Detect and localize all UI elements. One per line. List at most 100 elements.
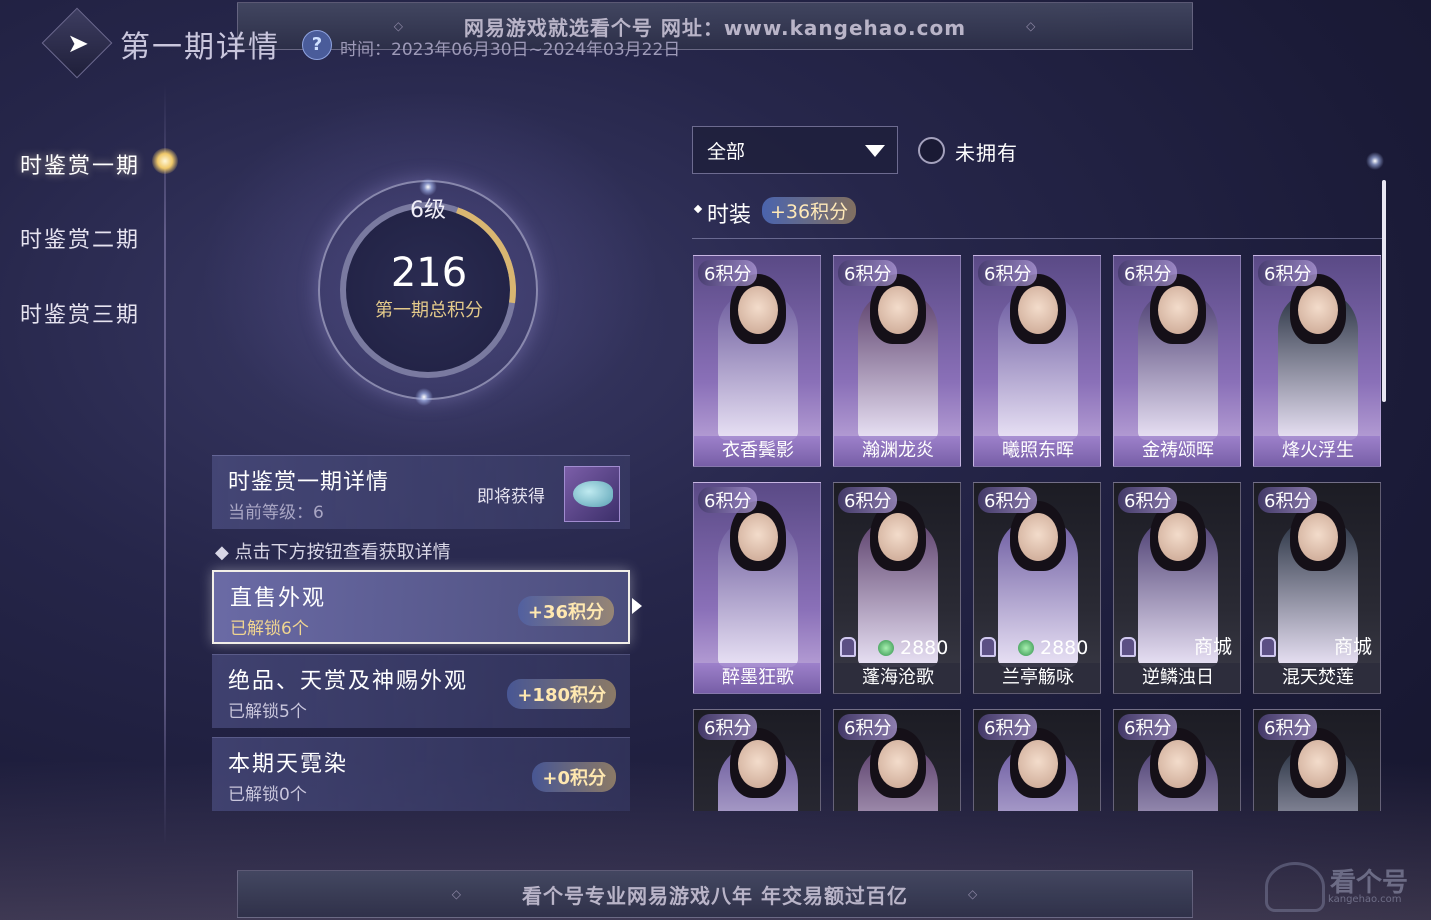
outfit-card[interactable]: 6积分 (973, 709, 1101, 811)
outfit-price: 2880 (878, 637, 948, 659)
outfit-name: 兰亭觞咏 (974, 663, 1100, 693)
category-premium[interactable]: 绝品、天赏及神赐外观 已解锁5个 +180积分 (212, 654, 630, 728)
outfit-points-badge: 6积分 (838, 260, 898, 286)
sparkle-icon (419, 178, 437, 196)
section-title: 时装 (707, 203, 752, 228)
banner-deco-icon: ◇ (967, 887, 979, 901)
category-name: 本期天霓染 (228, 752, 349, 777)
nav-active-indicator-icon (152, 148, 178, 174)
nav-item-period-2[interactable]: 时鉴赏二期 (20, 222, 140, 254)
outfit-card[interactable]: 6积分 (1253, 709, 1381, 811)
outfit-card[interactable]: 6积分曦照东晖 (973, 255, 1101, 467)
detail-soon-label: 即将获得 (477, 487, 545, 507)
outfit-face-image (738, 740, 778, 788)
hint-text: ◆ 点击下方按钮查看获取详情 (215, 542, 451, 563)
outfit-points-badge: 6积分 (978, 714, 1038, 740)
detail-title: 时鉴赏一期详情 (228, 470, 390, 495)
jade-coin-icon (1018, 640, 1034, 656)
outfit-face-image (878, 513, 918, 561)
category-direct-sale[interactable]: 直售外观 已解锁6个 +36积分 (212, 570, 630, 644)
outfit-points-badge: 6积分 (1118, 714, 1178, 740)
outfit-face-image (1158, 740, 1198, 788)
outfit-points-badge: 6积分 (978, 260, 1038, 286)
outfit-name: 瀚渊龙炎 (834, 436, 960, 466)
sparkle-icon (415, 388, 433, 406)
period-time: 时间：2023年06月30日~2024年03月22日 (340, 40, 681, 60)
outfit-points-badge: 6积分 (838, 487, 898, 513)
jade-coin-icon (878, 640, 894, 656)
outfit-card[interactable]: 6积分衣香鬓影 (693, 255, 821, 467)
category-unlocked: 已解锁0个 (228, 785, 307, 805)
outfit-card[interactable]: 6积分 醉墨狂歌 (693, 482, 821, 694)
detail-current-level: 当前等级：6 (228, 503, 324, 523)
category-unlocked: 已解锁5个 (228, 702, 307, 722)
section-header: 时装 +36积分 (692, 195, 1382, 239)
watermark-banner-bottom: ◇ 看个号专业网易游戏八年 年交易额过百亿 ◇ (237, 870, 1193, 918)
help-icon[interactable]: ? (302, 30, 332, 60)
outfit-card[interactable]: 6积分 (1113, 709, 1241, 811)
hint-label: 点击下方按钮查看获取详情 (234, 542, 451, 563)
page-title: 第一期详情 (120, 30, 280, 65)
watermark-text-bottom: 看个号专业网易游戏八年 年交易额过百亿 (522, 883, 908, 908)
lock-icon (840, 637, 856, 657)
ring-score: 216 (390, 250, 468, 296)
outfit-face-image (1298, 286, 1338, 334)
not-owned-radio[interactable] (918, 137, 945, 164)
sparkle-icon (1366, 152, 1384, 170)
nav-item-period-3[interactable]: 时鉴赏三期 (20, 297, 140, 329)
watermark-logo-sub: kangehao.com (1328, 894, 1402, 905)
outfit-name: 曦照东晖 (974, 436, 1100, 466)
outfit-card[interactable]: 6积分 2880 兰亭觞咏 (973, 482, 1101, 694)
outfit-card[interactable]: 6积分 烽火浮生 (1253, 255, 1381, 467)
ring-level: 6级 (410, 198, 446, 223)
outfit-face-image (1018, 740, 1058, 788)
lock-icon (1120, 637, 1136, 657)
outfit-points-badge: 6积分 (698, 260, 758, 286)
outfit-card[interactable]: 6积分 金祷颂晖 (1113, 255, 1241, 467)
outfit-face-image (738, 286, 778, 334)
outfit-name: 衣香鬓影 (694, 436, 820, 466)
category-name: 直售外观 (230, 586, 327, 611)
not-owned-label[interactable]: 未拥有 (955, 137, 1018, 166)
outfit-card[interactable]: 6积分 2880 蓬海沧歌 (833, 482, 961, 694)
outfit-face-image (1018, 286, 1058, 334)
outfit-card[interactable]: 6积分 (833, 709, 961, 811)
filter-dropdown-value: 全部 (707, 140, 746, 163)
outfit-points-badge: 6积分 (838, 714, 898, 740)
category-dye[interactable]: 本期天霓染 已解锁0个 +0积分 (212, 737, 630, 811)
outfit-points-badge: 6积分 (698, 487, 758, 513)
outfit-price-value: 2880 (900, 637, 949, 659)
category-points-badge: +0积分 (532, 762, 616, 792)
outfit-points-badge: 6积分 (1258, 487, 1318, 513)
outfit-face-image (878, 740, 918, 788)
outfit-face-image (1158, 286, 1198, 334)
outfit-name: 烽火浮生 (1254, 436, 1380, 466)
outfit-points-badge: 6积分 (1258, 714, 1318, 740)
outfit-card[interactable]: 6积分 商城 逆鳞浊日 (1113, 482, 1241, 694)
section-points-badge: +36积分 (762, 197, 857, 224)
lock-icon (980, 637, 996, 657)
active-pointer-icon (632, 598, 642, 614)
outfit-face-image (1298, 513, 1338, 561)
outfit-face-image (738, 513, 778, 561)
outfit-face-image (1018, 513, 1058, 561)
outfit-card[interactable]: 6积分商城混天焚莲 (1253, 482, 1381, 694)
filter-dropdown[interactable]: 全部 (692, 126, 898, 174)
outfit-face-image (1298, 740, 1338, 788)
outfit-shop-label: 商城 (1333, 636, 1372, 658)
nav-item-period-1[interactable]: 时鉴赏一期 (20, 148, 140, 180)
watermark-logo-icon (1265, 862, 1325, 912)
period-detail-card[interactable]: 时鉴赏一期详情 当前等级：6 即将获得 (212, 455, 630, 529)
outfit-grid: 6积分 衣香鬓影 6积分 瀚渊龙炎 6积分 曦照东晖 6积分 金祷颂晖 6积分 烽火浮生 6积分 醉墨… (693, 255, 1383, 811)
banner-deco-icon: ◇ (451, 887, 463, 901)
outfit-points-badge: 6积分 (978, 487, 1038, 513)
chevron-down-icon (865, 145, 885, 157)
ring-caption: 第一期总积分 (375, 300, 483, 321)
outfit-points-badge: 6积分 (698, 714, 758, 740)
outfit-card[interactable]: 6积分瀚渊龙炎 (833, 255, 961, 467)
category-points-badge: +180积分 (507, 679, 616, 709)
next-reward-thumbnail[interactable] (564, 466, 620, 522)
outfit-card[interactable]: 6积分 (693, 709, 821, 811)
outfit-name: 混天焚莲 (1254, 663, 1380, 693)
banner-deco-icon: ◇ (393, 19, 404, 33)
